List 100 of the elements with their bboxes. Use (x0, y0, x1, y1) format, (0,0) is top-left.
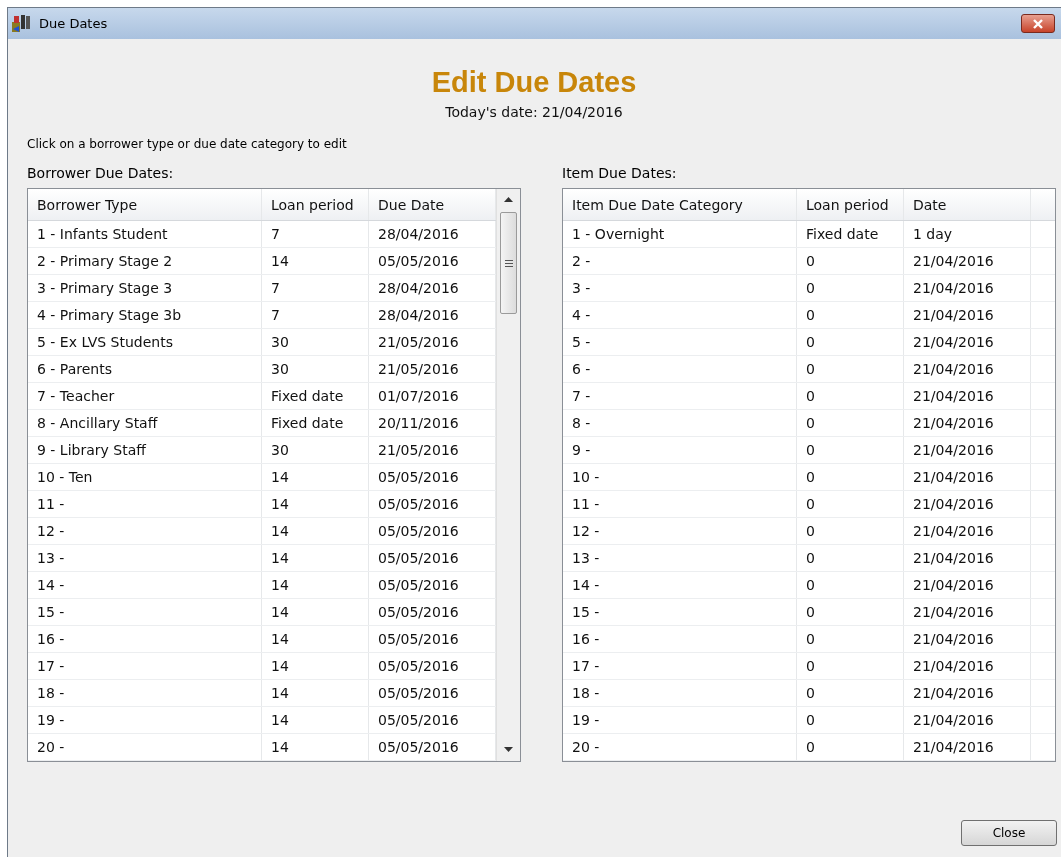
table-cell[interactable]: 21/04/2016 (904, 356, 1031, 382)
table-cell[interactable]: 7 (262, 275, 369, 301)
table-cell[interactable]: 10 - (563, 464, 797, 490)
table-cell[interactable]: 4 - (563, 302, 797, 328)
table-cell[interactable]: 0 (797, 410, 904, 436)
table-cell[interactable]: 0 (797, 437, 904, 463)
table-cell[interactable]: 30 (262, 437, 369, 463)
table-cell[interactable]: 14 (262, 653, 369, 679)
scroll-up-icon[interactable] (504, 197, 513, 202)
close-icon[interactable] (1021, 14, 1055, 33)
table-cell[interactable]: 20 - (563, 734, 797, 760)
table-cell[interactable]: 0 (797, 599, 904, 625)
table-cell[interactable]: 17 - (563, 653, 797, 679)
table-cell[interactable]: 0 (797, 464, 904, 490)
close-button[interactable]: Close (961, 820, 1057, 846)
table-cell[interactable]: 6 - (563, 356, 797, 382)
table-cell[interactable]: 14 (262, 572, 369, 598)
table-cell[interactable]: Fixed date (262, 383, 369, 409)
table-cell[interactable]: 21/04/2016 (904, 653, 1031, 679)
column-header[interactable]: Borrower Type (28, 189, 262, 220)
scroll-thumb[interactable] (500, 212, 517, 314)
table-cell[interactable]: 7 - (563, 383, 797, 409)
table-cell[interactable]: 16 - (28, 626, 262, 652)
table-cell[interactable]: 0 (797, 383, 904, 409)
table-cell[interactable]: 14 (262, 248, 369, 274)
table-cell[interactable]: 21/04/2016 (904, 275, 1031, 301)
table-cell[interactable]: 3 - (563, 275, 797, 301)
table-cell[interactable]: 15 - (563, 599, 797, 625)
table-cell[interactable]: 0 (797, 734, 904, 760)
table-cell[interactable]: 7 (262, 302, 369, 328)
table-cell[interactable]: 0 (797, 653, 904, 679)
table-cell[interactable]: 6 - Parents (28, 356, 262, 382)
table-cell[interactable]: 12 - (563, 518, 797, 544)
table-cell[interactable]: 13 - (563, 545, 797, 571)
table-cell[interactable]: 11 - (28, 491, 262, 517)
table-cell[interactable]: 0 (797, 680, 904, 706)
table-cell[interactable]: 0 (797, 356, 904, 382)
table-cell[interactable]: 0 (797, 572, 904, 598)
table-cell[interactable]: 21/04/2016 (904, 329, 1031, 355)
table-cell[interactable]: 0 (797, 248, 904, 274)
table-cell[interactable]: 1 - Infants Student (28, 221, 262, 247)
table-cell[interactable]: 14 (262, 707, 369, 733)
table-cell[interactable]: 8 - (563, 410, 797, 436)
table-cell[interactable]: Fixed date (262, 410, 369, 436)
column-header[interactable]: Loan period (797, 189, 904, 220)
table-cell[interactable]: 18 - (28, 680, 262, 706)
table-cell[interactable]: 21/04/2016 (904, 383, 1031, 409)
table-cell[interactable]: 21/04/2016 (904, 626, 1031, 652)
table-cell[interactable]: 21/04/2016 (904, 437, 1031, 463)
table-cell[interactable]: 0 (797, 329, 904, 355)
table-cell[interactable]: 21/04/2016 (904, 599, 1031, 625)
column-header[interactable]: Loan period (262, 189, 369, 220)
scrollbar[interactable] (496, 189, 520, 761)
table-cell[interactable]: 14 - (28, 572, 262, 598)
table-cell[interactable]: 5 - (563, 329, 797, 355)
table-cell[interactable]: 14 (262, 491, 369, 517)
scroll-down-icon[interactable] (504, 747, 513, 752)
table-cell[interactable]: 5 - Ex LVS Students (28, 329, 262, 355)
table-cell[interactable]: 14 (262, 599, 369, 625)
table-cell[interactable]: 14 (262, 734, 369, 760)
table-cell[interactable]: 21/04/2016 (904, 248, 1031, 274)
table-cell[interactable]: 0 (797, 518, 904, 544)
table-cell[interactable]: 0 (797, 626, 904, 652)
table-cell[interactable]: 0 (797, 275, 904, 301)
column-header[interactable]: Date (904, 189, 1031, 220)
table-cell[interactable]: 1 day (904, 221, 1031, 247)
table-cell[interactable]: 21/04/2016 (904, 491, 1031, 517)
table-cell[interactable]: 11 - (563, 491, 797, 517)
table-cell[interactable]: 1 - Overnight (563, 221, 797, 247)
table-cell[interactable]: Fixed date (797, 221, 904, 247)
table-cell[interactable]: 14 (262, 680, 369, 706)
table-cell[interactable]: 0 (797, 302, 904, 328)
table-cell[interactable]: 2 - (563, 248, 797, 274)
table-cell[interactable]: 21/04/2016 (904, 410, 1031, 436)
table-cell[interactable]: 21/04/2016 (904, 302, 1031, 328)
table-cell[interactable]: 18 - (563, 680, 797, 706)
table-cell[interactable]: 0 (797, 491, 904, 517)
table-cell[interactable]: 16 - (563, 626, 797, 652)
table-cell[interactable]: 14 (262, 464, 369, 490)
table-cell[interactable]: 15 - (28, 599, 262, 625)
table-cell[interactable]: 7 (262, 221, 369, 247)
table-cell[interactable]: 17 - (28, 653, 262, 679)
table-cell[interactable]: 3 - Primary Stage 3 (28, 275, 262, 301)
table-cell[interactable]: 21/04/2016 (904, 680, 1031, 706)
column-header[interactable]: Item Due Date Category (563, 189, 797, 220)
table-cell[interactable]: 21/04/2016 (904, 572, 1031, 598)
table-cell[interactable]: 14 (262, 518, 369, 544)
table-cell[interactable]: 20 - (28, 734, 262, 760)
table-cell[interactable]: 21/04/2016 (904, 734, 1031, 760)
table-cell[interactable]: 9 - Library Staff (28, 437, 262, 463)
table-cell[interactable]: 21/04/2016 (904, 545, 1031, 571)
table-cell[interactable]: 8 - Ancillary Staff (28, 410, 262, 436)
table-cell[interactable]: 21/04/2016 (904, 518, 1031, 544)
table-cell[interactable]: 30 (262, 329, 369, 355)
table-cell[interactable]: 13 - (28, 545, 262, 571)
table-cell[interactable]: 21/04/2016 (904, 464, 1031, 490)
table-cell[interactable]: 21/04/2016 (904, 707, 1031, 733)
table-cell[interactable]: 12 - (28, 518, 262, 544)
table-cell[interactable]: 19 - (563, 707, 797, 733)
table-cell[interactable]: 14 (262, 626, 369, 652)
